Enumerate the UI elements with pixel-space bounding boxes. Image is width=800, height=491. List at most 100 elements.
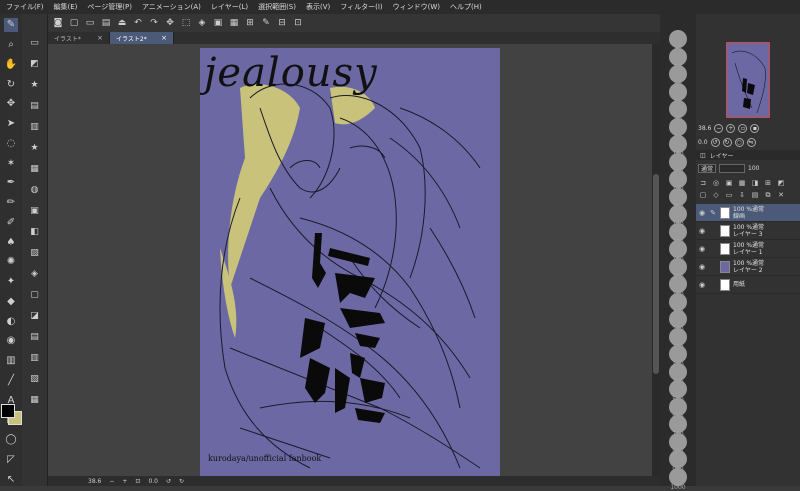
- opacity-slider[interactable]: [719, 163, 746, 173]
- blend-icon[interactable]: ◐: [4, 314, 18, 328]
- flip-icon[interactable]: ⇋: [746, 137, 756, 147]
- new-vector-icon[interactable]: ◇: [711, 191, 721, 200]
- menu-help[interactable]: ヘルプ(H): [450, 2, 482, 12]
- layer-row[interactable]: ◉ 100 %通常 レイヤー 1: [696, 240, 800, 258]
- snap-icon[interactable]: ⊟: [276, 17, 288, 29]
- ruler-tool-icon[interactable]: ◸: [4, 453, 18, 467]
- zoom-in-icon[interactable]: +: [726, 123, 736, 133]
- eyedropper-icon[interactable]: ✒: [4, 176, 18, 190]
- merge-icon[interactable]: ⇩: [737, 191, 747, 200]
- subtool-icon[interactable]: ▦: [28, 393, 42, 407]
- angle-value[interactable]: 0.0: [148, 478, 158, 485]
- layer-row[interactable]: ◉ 100 %通常 レイヤー 2: [696, 258, 800, 276]
- tab-illust[interactable]: イラスト* ×: [48, 32, 110, 44]
- menu-layer[interactable]: レイヤー(L): [211, 2, 248, 12]
- canvas-paper[interactable]: jealousy kurodaya/unofficial fanbook: [200, 48, 500, 476]
- subtool-icon[interactable]: ▧: [28, 372, 42, 386]
- menu-page[interactable]: ページ管理(P): [87, 2, 132, 12]
- tab-layer[interactable]: レイヤー: [710, 151, 734, 160]
- correct-line-icon[interactable]: ↖: [4, 472, 18, 486]
- actual-size-icon[interactable]: ▫: [738, 123, 748, 133]
- rotate-icon[interactable]: ↻: [4, 77, 18, 91]
- subtool-icon[interactable]: ▢: [28, 288, 42, 302]
- figure-icon[interactable]: ╱: [4, 374, 18, 388]
- canvas-scrollbar[interactable]: [652, 44, 660, 476]
- open-folder-icon[interactable]: ▭: [84, 17, 96, 29]
- eye-icon[interactable]: ◉: [698, 227, 706, 235]
- duplicate-icon[interactable]: ⧉: [763, 191, 773, 200]
- close-icon[interactable]: ×: [161, 34, 167, 42]
- navigator-angle-value[interactable]: 0.0: [698, 139, 708, 146]
- ruler-icon[interactable]: ⊞: [244, 17, 256, 29]
- save-icon[interactable]: ▤: [100, 17, 112, 29]
- subtool-icon[interactable]: ◪: [28, 309, 42, 323]
- lock-icon[interactable]: ▣: [724, 178, 734, 187]
- subtool-icon[interactable]: ▥: [28, 351, 42, 365]
- reset-rotation-icon[interactable]: ○: [734, 137, 744, 147]
- decoration-icon[interactable]: ✦: [4, 275, 18, 289]
- lock-alpha-icon[interactable]: ▦: [737, 178, 747, 187]
- magic-wand-icon[interactable]: ✶: [4, 156, 18, 170]
- select-icon[interactable]: ⬚: [180, 17, 192, 29]
- menu-window[interactable]: ウィンドウ(W): [393, 2, 440, 12]
- fit-icon[interactable]: ⊡: [135, 478, 140, 485]
- navigator-zoom-value[interactable]: 38.6: [698, 125, 711, 132]
- eye-icon[interactable]: ◉: [698, 263, 706, 271]
- grid-icon[interactable]: ▦: [228, 17, 240, 29]
- subtool-icon[interactable]: ▤: [28, 330, 42, 344]
- rotate-left-icon[interactable]: ↺: [710, 137, 720, 147]
- zoom-value[interactable]: 38.6: [88, 478, 101, 485]
- zoom-in-icon[interactable]: +: [122, 478, 127, 485]
- mask-add-icon[interactable]: ▤: [750, 191, 760, 200]
- eye-icon[interactable]: ◉: [698, 209, 706, 217]
- scrollbar-thumb[interactable]: [653, 174, 659, 374]
- move-icon[interactable]: ✥: [4, 97, 18, 111]
- subtool-icon[interactable]: ▤: [28, 99, 42, 113]
- menu-selection[interactable]: 選択範囲(S): [258, 2, 296, 12]
- guide-icon[interactable]: ⊡: [292, 17, 304, 29]
- gradient-icon[interactable]: ▥: [4, 354, 18, 368]
- eye-icon[interactable]: ◉: [698, 245, 706, 253]
- tab-illust2[interactable]: イラスト2* ×: [110, 32, 174, 44]
- subtool-icon[interactable]: ▣: [28, 204, 42, 218]
- canvas-area[interactable]: jealousy kurodaya/unofficial fanbook: [48, 44, 652, 476]
- zoom-out-icon[interactable]: −: [714, 123, 724, 133]
- hand-icon[interactable]: ✋: [4, 58, 18, 72]
- new-folder-icon[interactable]: ▭: [724, 191, 734, 200]
- layer-row[interactable]: ◉ 100 %通常 レイヤー 3: [696, 222, 800, 240]
- airbrush-icon[interactable]: ✺: [4, 255, 18, 269]
- subtool-icon[interactable]: ★: [28, 141, 42, 155]
- new-file-icon[interactable]: ▢: [68, 17, 80, 29]
- lasso-icon[interactable]: ◌: [4, 137, 18, 151]
- rotate-left-icon[interactable]: ↺: [166, 478, 171, 485]
- navigator-preview[interactable]: [726, 42, 770, 118]
- subtool-icon[interactable]: ◧: [28, 225, 42, 239]
- fill-tool-icon[interactable]: ◉: [4, 334, 18, 348]
- rotate-right-icon[interactable]: ↻: [179, 478, 184, 485]
- delete-icon[interactable]: ✕: [776, 191, 786, 200]
- zoom-out-icon[interactable]: −: [109, 478, 114, 485]
- ruler-link-icon[interactable]: ⊞: [763, 178, 773, 187]
- opacity-value[interactable]: 100: [748, 165, 759, 172]
- new-raster-icon[interactable]: ▢: [698, 191, 708, 200]
- subtool-icon[interactable]: ◈: [28, 267, 42, 281]
- close-icon[interactable]: ×: [97, 34, 103, 42]
- subtool-icon[interactable]: ▭: [28, 36, 42, 50]
- app-icon[interactable]: ◙: [52, 17, 64, 29]
- menu-edit[interactable]: 編集(E): [54, 2, 78, 12]
- fill-icon[interactable]: ◈: [196, 17, 208, 29]
- pen-icon[interactable]: ✏: [4, 196, 18, 210]
- subtool-icon[interactable]: ◍: [28, 183, 42, 197]
- layer-row[interactable]: ◉ ✎ 100 %通常 線画: [696, 204, 800, 222]
- eraser-icon[interactable]: ◆: [4, 295, 18, 309]
- subtool-icon[interactable]: ▨: [28, 246, 42, 260]
- subtool-icon[interactable]: ▦: [28, 162, 42, 176]
- mask-icon[interactable]: ◨: [750, 178, 760, 187]
- balloon-icon[interactable]: ◯: [4, 433, 18, 447]
- pen-tool-icon[interactable]: ✎: [4, 18, 18, 32]
- pencil-icon[interactable]: ✐: [4, 216, 18, 230]
- menu-file[interactable]: ファイル(F): [6, 2, 44, 12]
- redo-icon[interactable]: ↷: [148, 17, 160, 29]
- subtool-icon[interactable]: ★: [28, 78, 42, 92]
- layer-row[interactable]: ◉ 用紙: [696, 276, 800, 294]
